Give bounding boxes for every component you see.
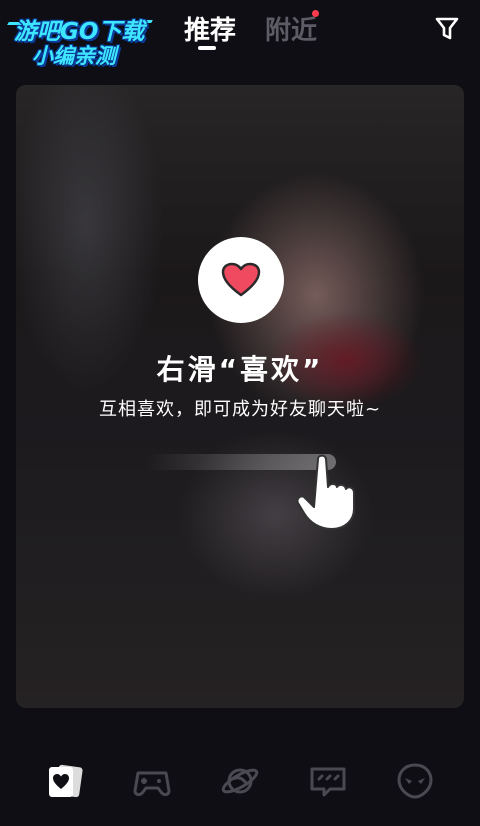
swipe-guide-title: 右滑“喜欢”: [156, 353, 324, 386]
filter-button[interactable]: [434, 16, 460, 42]
profile-card[interactable]: 右滑“喜欢” 互相喜欢，即可成为好友聊天啦~: [16, 85, 464, 708]
pointing-hand-icon: [296, 454, 355, 530]
nav-item-chat[interactable]: [308, 761, 348, 801]
funnel-icon: [435, 17, 459, 40]
nearby-notification-dot: [312, 10, 319, 17]
tab-recommend[interactable]: 推荐: [184, 10, 236, 47]
alien-face-icon: [397, 763, 433, 799]
tab-nearby[interactable]: 附近: [265, 10, 317, 47]
nav-item-games[interactable]: [132, 761, 172, 801]
watermark: 游吧GO下载 小编亲测: [7, 6, 158, 68]
planet-icon: [221, 768, 259, 794]
nav-item-planet[interactable]: [220, 761, 260, 801]
like-badge: [198, 237, 284, 323]
bottom-navigation: [0, 745, 480, 815]
swipe-guide-subtitle: 互相喜欢，即可成为好友聊天啦~: [98, 399, 382, 420]
message-bubble-icon: [310, 767, 346, 797]
nav-item-alien[interactable]: [395, 761, 435, 801]
nav-item-cards[interactable]: [45, 761, 85, 801]
heart-card-icon: [49, 764, 83, 798]
gamepad-icon: [133, 771, 171, 796]
heart-icon: [221, 262, 261, 297]
tab-active-indicator: [198, 46, 216, 50]
watermark-line-2: 小编亲测: [32, 44, 116, 68]
